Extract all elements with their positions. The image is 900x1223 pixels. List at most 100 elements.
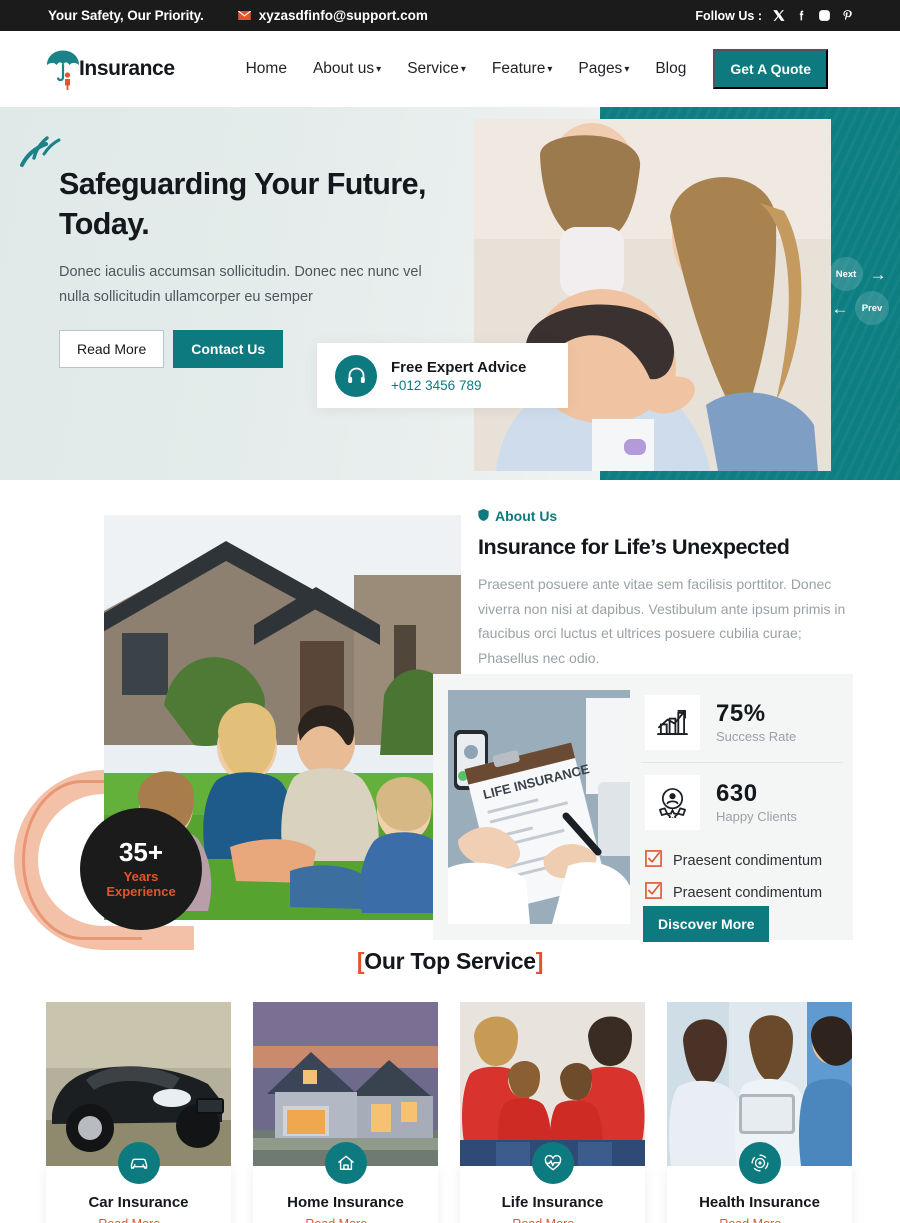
service-read-more-link[interactable]: Read More →	[253, 1217, 438, 1223]
check-label: Praesent condimentum	[673, 853, 823, 869]
arrow-right-icon: →	[787, 1217, 800, 1223]
check-box-icon	[645, 882, 662, 904]
check-label: Praesent condimentum	[673, 885, 823, 901]
years-experience-badge: 35+ Years Experience	[80, 808, 202, 930]
advice-phone[interactable]: +012 3456 789	[391, 378, 526, 393]
nav-label: Pages	[578, 60, 623, 77]
stat-item-success-rate: 75% Success Rate	[641, 683, 843, 762]
about-section: 35+ Years Experience About Us Insurance …	[0, 480, 900, 950]
nav-item-feature[interactable]: Feature ▾	[479, 60, 565, 78]
service-title: Health Insurance	[699, 1194, 820, 1211]
service-card-life-insurance[interactable]: Life Insurance Read More →	[460, 1002, 645, 1223]
shield-icon	[478, 508, 489, 524]
headset-icon	[335, 354, 377, 397]
top-bar-tagline: Your Safety, Our Priority.	[48, 8, 204, 23]
logo[interactable]: Insurance	[44, 48, 175, 90]
check-item: Praesent condimentum	[645, 882, 822, 904]
service-read-more-link[interactable]: Read More →	[667, 1217, 852, 1223]
top-bar: Your Safety, Our Priority. xyzasdfinfo@s…	[0, 0, 900, 31]
follow-us-label: Follow Us :	[695, 8, 762, 23]
hero-slider-nav: Next → ← Prev	[829, 257, 893, 325]
leaf-decoration-icon	[20, 134, 62, 168]
award-person-icon	[645, 775, 700, 830]
nav-item-about-us[interactable]: About us ▾	[300, 60, 394, 78]
nav-label: Blog	[655, 60, 687, 77]
growth-chart-icon	[645, 695, 700, 750]
stat-value: 75%	[716, 700, 766, 728]
slider-prev-button[interactable]: Prev	[855, 291, 889, 325]
stat-item-happy-clients: 630 Happy Clients	[641, 762, 843, 842]
nav-item-blog[interactable]: Blog	[642, 60, 699, 78]
chevron-down-icon: ▾	[460, 64, 466, 75]
instagram-icon[interactable]	[817, 9, 831, 23]
read-more-button[interactable]: Read More	[59, 330, 165, 369]
arrow-right-icon[interactable]: →	[867, 266, 889, 283]
about-copy: About Us Insurance for Life’s Unexpected…	[478, 508, 853, 670]
nav-label: Service	[407, 60, 459, 77]
hero-title: Safeguarding Your Future, Today.	[59, 167, 426, 242]
service-read-more-link[interactable]: Read More →	[460, 1217, 645, 1223]
facebook-icon[interactable]	[794, 9, 808, 23]
nav-item-service[interactable]: Service ▾	[394, 60, 479, 78]
stat-label: Happy Clients	[716, 808, 797, 824]
advice-title: Free Expert Advice	[391, 358, 527, 376]
service-title: Life Insurance	[501, 1194, 604, 1211]
free-expert-advice-card[interactable]: Free Expert Advice +012 3456 789	[317, 343, 568, 408]
about-eyebrow: About Us	[478, 508, 853, 524]
pinterest-icon[interactable]	[840, 9, 854, 23]
chevron-down-icon: ▾	[547, 64, 553, 75]
arrow-left-icon[interactable]: ←	[829, 300, 851, 317]
check-box-icon	[645, 850, 662, 872]
read-more-label: Read More	[98, 1217, 160, 1223]
hero-family-photo	[474, 119, 831, 471]
hero-subtitle: Donec iaculis accumsan sollicitudin. Don…	[59, 263, 422, 305]
service-card-car-insurance[interactable]: Car Insurance Read More →	[46, 1002, 231, 1223]
top-bar-email[interactable]: xyzasdfinfo@support.com	[237, 8, 428, 23]
heartbeat-icon	[531, 1142, 574, 1184]
about-stats-panel: LIFE INSURANCE 75% Success Rate 630 Happ…	[433, 674, 853, 942]
life-insurance-form-photo: LIFE INSURANCE	[448, 690, 630, 924]
service-card-home-insurance[interactable]: Home Insurance Read More →	[253, 1002, 438, 1223]
slider-next-button[interactable]: Next	[829, 257, 863, 291]
stats-list: 75% Success Rate 630 Happy Clients	[641, 683, 843, 842]
feature-checklist: Praesent condimentum Praesent condimentu…	[645, 850, 822, 914]
contact-us-button[interactable]: Contact Us	[173, 330, 284, 369]
nav-item-home[interactable]: Home	[233, 60, 300, 78]
badge-label-line1: Years	[123, 868, 159, 884]
umbrella-person-logo-icon	[44, 48, 82, 90]
slider-next-row: Next →	[829, 257, 893, 291]
bracket-close: ]	[535, 948, 544, 974]
service-card-health-insurance[interactable]: Health Insurance Read More →	[667, 1002, 852, 1223]
home-icon	[324, 1142, 367, 1184]
twitter-x-icon[interactable]	[771, 9, 785, 23]
hero-section: Safeguarding Your Future, Today. Donec i…	[0, 107, 900, 480]
main-nav: Home About us ▾ Service ▾ Feature ▾ Page…	[233, 49, 829, 89]
about-paragraph: Praesent posuere ante vitae sem facilisi…	[478, 576, 846, 666]
badge-label-line2: Experience	[106, 884, 176, 899]
check-item: Praesent condimentum	[645, 850, 822, 872]
services-grid: Car Insurance Read More →	[46, 1002, 861, 1223]
read-more-label: Read More	[719, 1217, 781, 1223]
services-heading: [Our Top Service]	[0, 948, 900, 975]
discover-more-button[interactable]: Discover More	[643, 906, 770, 942]
about-heading: Insurance for Life’s Unexpected	[478, 535, 790, 559]
about-eyebrow-text: About Us	[495, 508, 558, 524]
services-heading-text: Our Top Service	[364, 948, 536, 974]
service-title: Car Insurance	[88, 1194, 189, 1211]
service-read-more-link[interactable]: Read More →	[46, 1217, 231, 1223]
logo-text: Insurance	[79, 57, 175, 80]
get-a-quote-button[interactable]: Get A Quote	[713, 49, 829, 89]
slider-prev-row: ← Prev	[829, 291, 893, 325]
hero-copy: Safeguarding Your Future, Today. Donec i…	[59, 164, 479, 369]
read-more-label: Read More	[512, 1217, 574, 1223]
nav-item-pages[interactable]: Pages ▾	[565, 60, 642, 78]
stat-value: 630	[716, 780, 758, 808]
top-bar-email-text: xyzasdfinfo@support.com	[258, 8, 428, 23]
car-icon	[117, 1142, 160, 1184]
stat-label: Success Rate	[716, 728, 797, 744]
arrow-right-icon: →	[373, 1217, 386, 1223]
health-shield-icon	[738, 1142, 781, 1184]
mail-icon	[237, 11, 251, 20]
arrow-right-icon: →	[580, 1217, 593, 1223]
site-header: Insurance Home About us ▾ Service ▾ Feat…	[0, 31, 900, 107]
